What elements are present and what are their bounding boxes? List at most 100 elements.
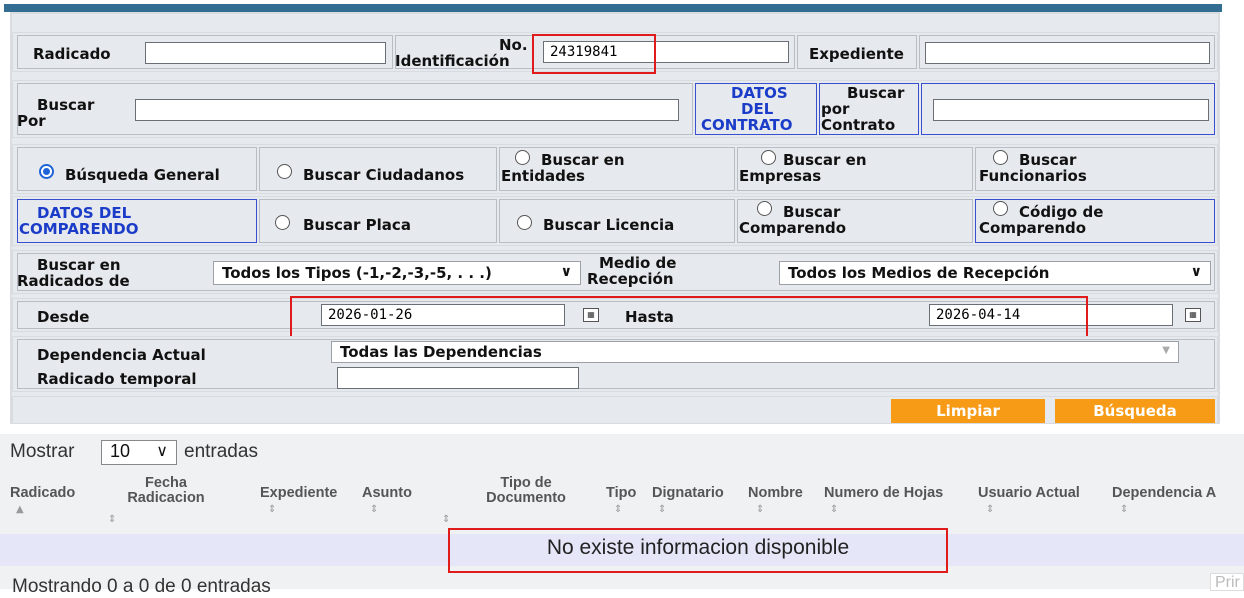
empty-message: No existe informacion disponible bbox=[546, 536, 850, 559]
row-buttons: Limpiar Búsqueda bbox=[12, 396, 1218, 424]
busqueda-button[interactable]: Búsqueda bbox=[1055, 399, 1215, 423]
datos-contrato-l3[interactable]: CONTRATO bbox=[701, 117, 793, 133]
tipos-select[interactable]: Todos los Tipos (-1,-2,-3,-5, . . .) ∨ bbox=[213, 261, 581, 285]
buscar-placa-radio[interactable] bbox=[275, 215, 290, 230]
col-tipo-documento[interactable]: Tipo de Documento bbox=[470, 476, 582, 506]
pager-first-button[interactable]: Prir bbox=[1210, 573, 1244, 591]
buscar-comparendo-l2: Comparendo bbox=[739, 219, 847, 237]
col-fecha-radicacion[interactable]: Fecha Radicacion bbox=[116, 476, 216, 506]
buscar-funcionarios-l1: Buscar bbox=[1019, 151, 1077, 169]
table-info: Mostrando 0 a 0 de 0 entradas bbox=[12, 576, 271, 597]
buscar-empresas-radio[interactable] bbox=[761, 150, 776, 165]
search-form: Radicado No. Identificación Expediente B… bbox=[10, 12, 1220, 424]
row-dependencia: Dependencia Actual Todas las Dependencia… bbox=[12, 336, 1218, 392]
calendar-icon[interactable]: ▦ bbox=[1185, 308, 1201, 322]
buscar-por-input[interactable] bbox=[135, 99, 679, 121]
dependencia-select-value: Todas las Dependencias bbox=[340, 343, 542, 361]
col-asunto[interactable]: Asunto bbox=[362, 486, 412, 501]
buscar-entidades-radio[interactable] bbox=[515, 150, 530, 165]
calendar-icon[interactable]: ▦ bbox=[583, 308, 599, 322]
hasta-input[interactable] bbox=[929, 304, 1173, 326]
temporal-input[interactable] bbox=[337, 367, 579, 389]
medio-l2: Recepción bbox=[587, 270, 674, 288]
radicado-input[interactable] bbox=[145, 42, 386, 64]
datos-comparendo-l1[interactable]: DATOS DEL bbox=[37, 205, 131, 221]
buscar-contrato-input[interactable] bbox=[933, 99, 1209, 121]
header-bar bbox=[4, 4, 1222, 12]
desde-label: Desde bbox=[37, 308, 90, 326]
desde-input[interactable] bbox=[321, 304, 565, 326]
page-size-select[interactable]: 10 ∨ bbox=[101, 440, 177, 465]
col-numero-hojas[interactable]: Numero de Hojas bbox=[824, 486, 943, 501]
buscar-ciudadanos-radio[interactable] bbox=[277, 164, 292, 179]
no-label: No. bbox=[499, 36, 528, 54]
buscar-contrato-l1: Buscar bbox=[847, 84, 905, 102]
sort-icon[interactable]: ⇕ bbox=[1120, 504, 1128, 515]
buscar-label: Buscar bbox=[37, 96, 95, 114]
chevron-down-icon: ∨ bbox=[1190, 264, 1202, 280]
limpiar-button[interactable]: Limpiar bbox=[891, 399, 1045, 423]
buscar-entidades-l1: Buscar en bbox=[541, 151, 625, 169]
col-tipo[interactable]: Tipo bbox=[606, 486, 636, 501]
medios-select-value: Todos los Medios de Recepción bbox=[788, 264, 1050, 282]
sort-icon[interactable]: ⇕ bbox=[108, 514, 116, 525]
chevron-down-icon: ∨ bbox=[156, 443, 168, 460]
buscar-contrato-l3: Contrato bbox=[821, 116, 896, 134]
por-label: Por bbox=[17, 112, 46, 130]
buscar-en-l2: Radicados de bbox=[17, 272, 130, 290]
row-comparendo: DATOS DEL COMPARENDO Buscar Placa Buscar… bbox=[12, 196, 1218, 246]
hasta-label: Hasta bbox=[625, 308, 674, 326]
expediente-input[interactable] bbox=[925, 42, 1210, 64]
dependencia-select[interactable]: Todas las Dependencias ▼ bbox=[331, 341, 1179, 363]
col-dignatario[interactable]: Dignatario bbox=[652, 486, 724, 501]
identificacion-label: Identificación bbox=[395, 52, 510, 70]
dependencia-label: Dependencia Actual bbox=[37, 346, 206, 364]
buscar-entidades-l2: Entidades bbox=[501, 167, 585, 185]
page-size-value: 10 bbox=[110, 441, 131, 461]
row-identificacion: Radicado No. Identificación Expediente bbox=[12, 32, 1218, 72]
col-dependencia[interactable]: Dependencia A bbox=[1112, 486, 1216, 501]
sort-icon[interactable]: ⇕ bbox=[658, 504, 666, 515]
identificacion-input[interactable] bbox=[543, 41, 789, 63]
sort-asc-icon[interactable]: ▲ bbox=[16, 504, 24, 515]
mostrar-label: Mostrar bbox=[10, 441, 75, 462]
expediente-label: Expediente bbox=[809, 45, 904, 63]
sort-icon[interactable]: ⇕ bbox=[268, 504, 276, 515]
tipos-select-value: Todos los Tipos (-1,-2,-3,-5, . . .) bbox=[222, 264, 492, 282]
datos-contrato-l1[interactable]: DATOS bbox=[731, 85, 788, 101]
radicado-label: Radicado bbox=[33, 45, 111, 63]
col-nombre[interactable]: Nombre bbox=[748, 486, 803, 501]
buscar-funcionarios-l2: Funcionarios bbox=[979, 167, 1087, 185]
dropdown-arrow-icon: ▼ bbox=[1162, 345, 1170, 356]
temporal-label: Radicado temporal bbox=[37, 370, 197, 388]
sort-icon[interactable]: ⇕ bbox=[442, 514, 450, 525]
sort-icon[interactable]: ⇕ bbox=[614, 504, 622, 515]
buscar-contrato-l2: por bbox=[821, 100, 850, 118]
buscar-licencia-label: Buscar Licencia bbox=[543, 216, 675, 234]
datos-comparendo-l2[interactable]: COMPARENDO bbox=[19, 221, 138, 237]
row-buscar-por: Buscar Por DATOS DEL CONTRATO Buscar por… bbox=[12, 80, 1218, 138]
datos-contrato-l2[interactable]: DEL bbox=[741, 101, 773, 117]
medio-l1: Medio de bbox=[599, 254, 677, 272]
buscar-comparendo-radio[interactable] bbox=[757, 201, 772, 216]
buscar-empresas-l1: Buscar en bbox=[783, 151, 867, 169]
sort-icon[interactable]: ⇕ bbox=[370, 504, 378, 515]
col-usuario-actual[interactable]: Usuario Actual bbox=[978, 486, 1080, 501]
buscar-placa-label: Buscar Placa bbox=[303, 216, 411, 234]
busqueda-general-radio[interactable] bbox=[39, 164, 54, 179]
sort-icon[interactable]: ⇕ bbox=[986, 504, 994, 515]
codigo-comparendo-radio[interactable] bbox=[993, 201, 1008, 216]
buscar-empresas-l2: Empresas bbox=[739, 167, 822, 185]
col-radicado[interactable]: Radicado bbox=[10, 486, 75, 501]
sort-icon[interactable]: ⇕ bbox=[756, 504, 764, 515]
medios-select[interactable]: Todos los Medios de Recepción ∨ bbox=[779, 261, 1211, 285]
buscar-funcionarios-radio[interactable] bbox=[993, 150, 1008, 165]
busqueda-general-label: Búsqueda General bbox=[65, 166, 220, 184]
buscar-comparendo-l1: Buscar bbox=[783, 203, 841, 221]
buscar-licencia-radio[interactable] bbox=[517, 215, 532, 230]
sort-icon[interactable]: ⇕ bbox=[830, 504, 838, 515]
buscar-en-l1: Buscar en bbox=[37, 256, 121, 274]
row-fechas: Desde ▦ Hasta ▦ bbox=[12, 298, 1218, 332]
chevron-down-icon: ∨ bbox=[560, 264, 572, 280]
col-expediente[interactable]: Expediente bbox=[260, 486, 337, 501]
